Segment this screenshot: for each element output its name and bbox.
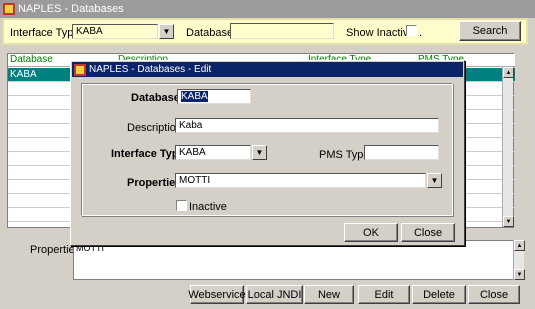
dialog-properties-field[interactable]: MOTTI [175, 173, 426, 188]
interface-type-label: Interface Type [10, 27, 80, 39]
webservice-button[interactable]: Webservice [188, 285, 246, 304]
scroll-down-icon[interactable]: ▼ [503, 216, 514, 227]
delete-button[interactable]: Delete [412, 285, 466, 304]
interface-type-field[interactable]: KABA [72, 24, 158, 39]
dialog-interface-type-dropdown[interactable]: ▼ [252, 145, 267, 160]
local-jndi-button[interactable]: Local JNDI [246, 285, 303, 304]
dialog-titlebar[interactable]: NAPLES - Databases - Edit [72, 62, 463, 77]
dropdown-arrow-icon: ▼ [430, 176, 439, 185]
edit-button[interactable]: Edit [358, 285, 410, 304]
dialog-properties-label: Properties [127, 177, 182, 189]
edit-dialog: NAPLES - Databases - Edit Database KABA … [70, 60, 465, 246]
show-inactive-suffix: . [419, 27, 423, 39]
interface-type-dropdown-button[interactable]: ▼ [159, 24, 174, 39]
dialog-inactive-checkbox[interactable] [176, 200, 187, 211]
dialog-pms-type-field[interactable] [364, 145, 439, 160]
close-button[interactable]: Close [468, 285, 520, 304]
dialog-close-button[interactable]: Close [401, 223, 455, 242]
grid-scrollbar[interactable]: ▲ ▼ [502, 67, 514, 227]
dialog-title: NAPLES - Databases - Edit [89, 64, 212, 75]
properties-scrollbar[interactable]: ▲ ▼ [513, 240, 525, 280]
window-titlebar: NAPLES - Databases [0, 0, 535, 18]
filter-bar: Interface Type KABA ▼ Database Show Inac… [2, 18, 528, 45]
dropdown-arrow-icon: ▼ [162, 27, 171, 36]
show-inactive-checkbox[interactable] [406, 25, 417, 36]
dialog-ok-button[interactable]: OK [344, 223, 398, 242]
dialog-database-value: KABA [181, 91, 208, 102]
dialog-description-label: Description [127, 122, 183, 134]
new-button[interactable]: New [304, 285, 354, 304]
app-icon [74, 63, 86, 76]
dialog-interface-type-field[interactable]: KABA [175, 145, 251, 160]
dialog-properties-dropdown[interactable]: ▼ [427, 173, 442, 188]
dialog-pms-type-label: PMS Type [319, 149, 370, 161]
scroll-up-icon[interactable]: ▲ [503, 67, 514, 78]
dialog-description-field[interactable]: Kaba [175, 118, 439, 133]
dialog-database-field[interactable]: KABA [177, 89, 251, 104]
dialog-inactive-label: Inactive [189, 201, 227, 213]
database-filter-input[interactable] [230, 23, 334, 39]
properties-textarea[interactable]: MOTTI [73, 240, 524, 280]
row-database-cell: KABA [10, 69, 37, 80]
database-filter-label: Database [186, 27, 234, 39]
show-inactive-label: Show Inactive [346, 27, 415, 39]
scroll-down-icon[interactable]: ▼ [514, 269, 525, 280]
column-header-database[interactable]: Database [10, 54, 53, 65]
app-icon [3, 3, 15, 15]
dropdown-arrow-icon: ▼ [255, 148, 264, 157]
dialog-interface-type-label: Interface Type [111, 148, 185, 160]
window-title: NAPLES - Databases [18, 3, 124, 15]
search-button[interactable]: Search [459, 21, 521, 41]
scroll-up-icon[interactable]: ▲ [514, 240, 525, 251]
dialog-database-label: Database [131, 92, 180, 104]
